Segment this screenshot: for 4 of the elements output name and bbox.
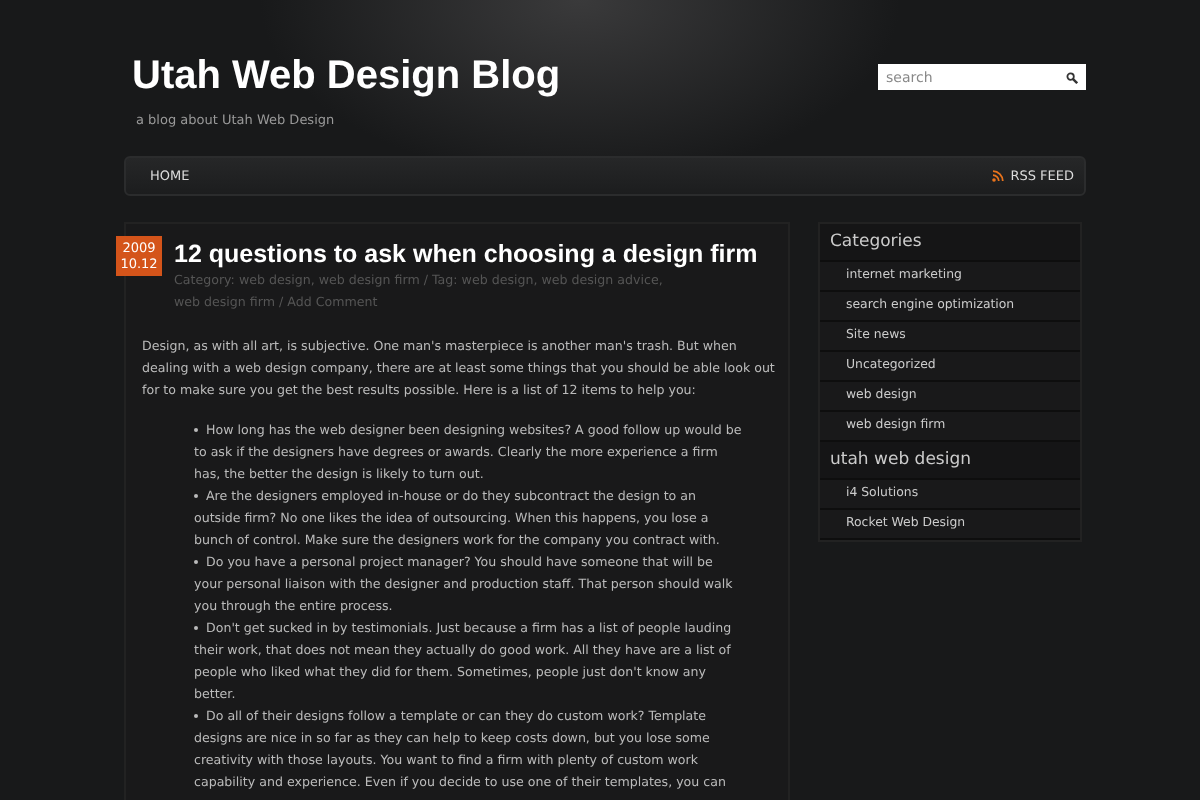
- post-title[interactable]: 12 questions to ask when choosing a design firm: [174, 240, 758, 268]
- site-title[interactable]: Utah Web Design Blog: [132, 52, 561, 100]
- search-icon[interactable]: [1066, 71, 1078, 83]
- rss-icon[interactable]: [992, 170, 1005, 182]
